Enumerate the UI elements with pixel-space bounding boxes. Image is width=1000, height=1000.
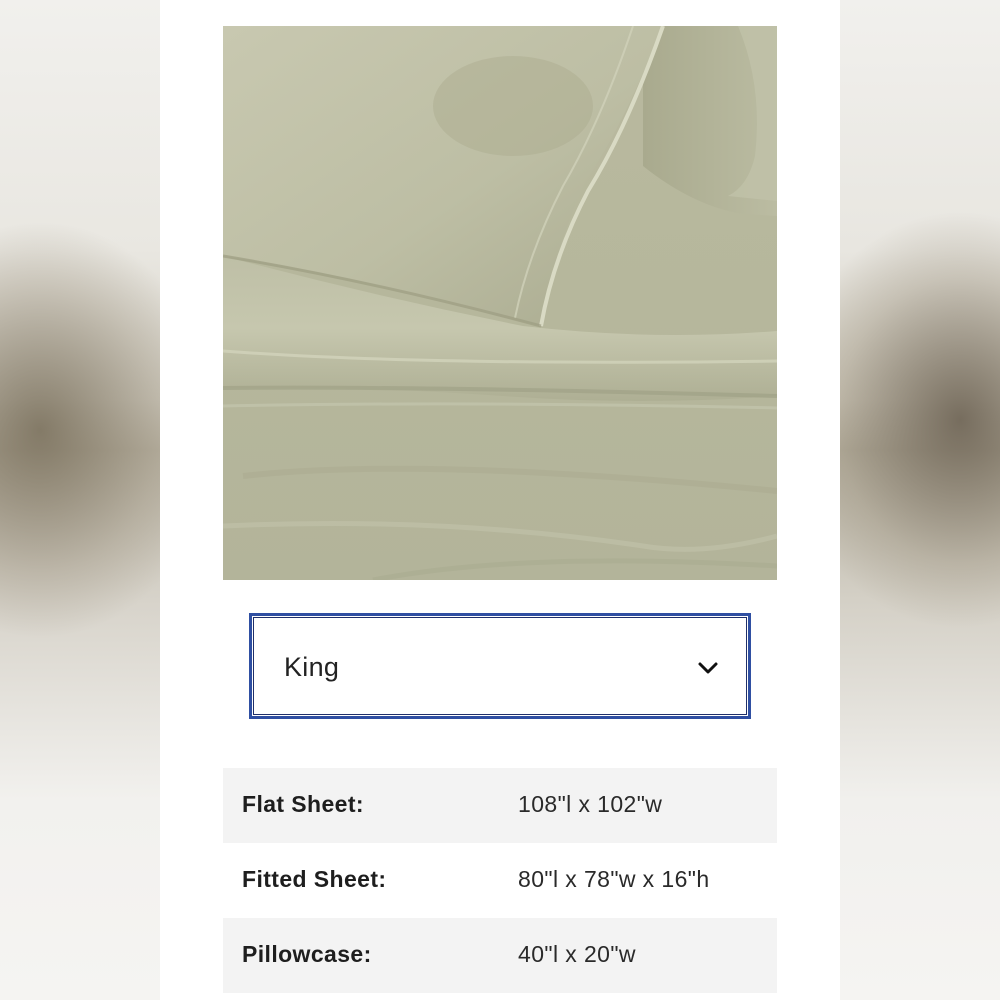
sheet-photo <box>223 26 777 580</box>
spec-row-flat-sheet: Flat Sheet: 108"l x 102"w <box>223 768 777 843</box>
spec-label: Pillowcase: <box>242 941 372 967</box>
product-card: King Flat Sheet: 108"l x 102"w Fitted Sh… <box>160 0 840 1000</box>
spec-value: 80"l x 78"w x 16"h <box>518 866 710 892</box>
chevron-down-icon <box>698 662 718 674</box>
spec-value: 40"l x 20"w <box>518 941 636 967</box>
spec-row-pillowcase: Pillowcase: 40"l x 20"w <box>223 918 777 993</box>
spec-label: Fitted Sheet: <box>242 866 387 892</box>
size-dropdown-value: King <box>284 652 340 682</box>
screen: King Flat Sheet: 108"l x 102"w Fitted Sh… <box>0 0 1000 1000</box>
blurred-background-right <box>840 0 1000 1000</box>
spec-row-fitted-sheet: Fitted Sheet: 80"l x 78"w x 16"h <box>223 843 777 918</box>
product-image <box>223 26 777 580</box>
size-dropdown[interactable]: King <box>249 613 751 719</box>
spec-label: Flat Sheet: <box>242 791 364 817</box>
spec-value: 108"l x 102"w <box>518 791 663 817</box>
blurred-background-left <box>0 0 160 1000</box>
